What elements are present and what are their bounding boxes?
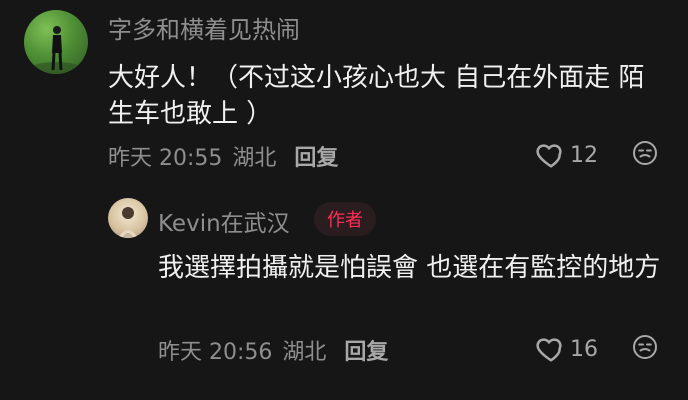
comment-location: 湖北 bbox=[232, 146, 277, 171]
avatar[interactable] bbox=[108, 198, 148, 238]
comment-username[interactable]: 字多和横着见热闹 bbox=[108, 10, 300, 45]
reply-meta: 昨天 20:56 湖北 回复 bbox=[158, 334, 388, 366]
dislike-face-icon[interactable] bbox=[632, 140, 658, 166]
comment-text: 大好人！（不过这小孩心也大 自己在外面走 陌生车也敢上 ） bbox=[108, 63, 645, 129]
comment-time: 昨天 20:55 bbox=[108, 146, 223, 171]
comment-item: 字多和横着见热闹 大好人！（不过这小孩心也大 自己在外面走 陌生车也敢上 ） 昨… bbox=[0, 0, 688, 190]
reply-location: 湖北 bbox=[282, 340, 327, 365]
avatar[interactable] bbox=[24, 10, 88, 74]
heart-icon bbox=[536, 144, 562, 168]
author-badge: 作者 bbox=[314, 202, 376, 236]
like-count: 16 bbox=[570, 336, 598, 362]
comment-meta: 昨天 20:55 湖北 回复 bbox=[108, 140, 338, 172]
reply-button[interactable]: 回复 bbox=[344, 334, 388, 366]
reply-button[interactable]: 回复 bbox=[294, 140, 338, 172]
dislike-face-icon[interactable] bbox=[632, 334, 658, 360]
like-count: 12 bbox=[570, 142, 598, 168]
like-button[interactable]: 12 bbox=[536, 140, 598, 170]
reply-username[interactable]: Kevin在武汉 bbox=[158, 204, 290, 238]
like-button[interactable]: 16 bbox=[536, 334, 598, 364]
reply-time: 昨天 20:56 bbox=[158, 340, 273, 365]
reply-item: Kevin在武汉 作者 我選擇拍攝就是怕誤會 也選在有監控的地方 昨天 20:5… bbox=[0, 190, 688, 400]
heart-icon bbox=[536, 338, 562, 362]
reply-text: 我選擇拍攝就是怕誤會 也選在有監控的地方 bbox=[158, 253, 661, 283]
